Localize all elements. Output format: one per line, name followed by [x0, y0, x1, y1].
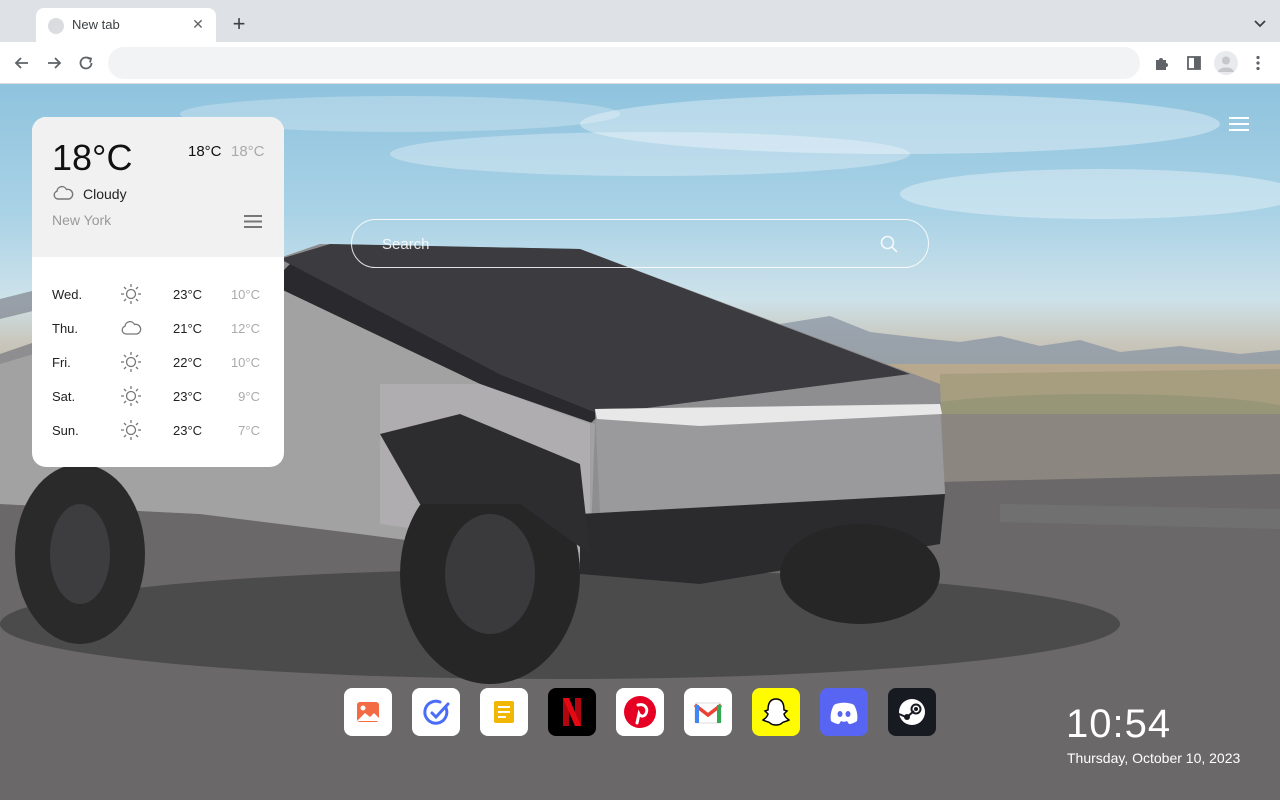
forecast-row: Thu. 21°C 12°C: [32, 311, 284, 345]
tasks-shortcut[interactable]: [412, 688, 460, 736]
forecast-low: 10°C: [230, 287, 260, 302]
more-menu-icon[interactable]: [1248, 53, 1268, 73]
sun-icon: [121, 284, 141, 304]
forecast-low: 10°C: [230, 355, 260, 370]
back-icon[interactable]: [11, 52, 33, 74]
forecast-row: Wed. 23°C 10°C: [32, 277, 284, 311]
steam-shortcut[interactable]: [888, 688, 936, 736]
profile-avatar[interactable]: [1214, 51, 1238, 75]
forecast-day: Wed.: [52, 287, 83, 302]
tab-new-tab[interactable]: New tab ✕: [36, 8, 216, 42]
forecast-high: 22°C: [173, 355, 203, 370]
sun-icon: [121, 352, 141, 372]
forecast-day: Sat.: [52, 389, 76, 404]
discord-icon: [830, 702, 858, 724]
search-icon[interactable]: [879, 234, 899, 254]
forecast-day: Thu.: [52, 321, 79, 336]
search-input[interactable]: [382, 233, 862, 255]
snapchat-icon: [761, 698, 791, 726]
discord-shortcut[interactable]: [820, 688, 868, 736]
weather-current: 18°C 18°C 18°C Cloudy New York: [32, 117, 284, 257]
hamburger-menu-icon[interactable]: [1229, 116, 1249, 132]
close-icon[interactable]: ✕: [190, 16, 206, 32]
pinterest-shortcut[interactable]: [616, 688, 664, 736]
weather-forecast: Wed. 23°C 10°C Thu. 21°C 12°C Fri. 22°C …: [32, 277, 284, 447]
extensions-icon[interactable]: [1152, 53, 1172, 73]
weather-widget[interactable]: 18°C 18°C 18°C Cloudy New York Wed. 23°C…: [32, 117, 284, 467]
clock-time: 10:54: [1066, 702, 1172, 746]
pinterest-icon: [624, 696, 656, 728]
snapchat-shortcut[interactable]: [752, 688, 800, 736]
gmail-icon: [693, 702, 723, 724]
photos-shortcut[interactable]: [344, 688, 392, 736]
check-circle-icon: [423, 699, 450, 725]
current-temperature: 18°C: [52, 137, 133, 178]
forecast-high: 21°C: [173, 321, 203, 336]
forecast-row: Sat. 23°C 9°C: [32, 379, 284, 413]
address-bar[interactable]: [108, 47, 1140, 79]
forecast-high: 23°C: [173, 423, 203, 438]
note-icon: [494, 701, 514, 723]
weather-condition: Cloudy: [83, 186, 127, 202]
forecast-low: 7°C: [238, 423, 260, 438]
forward-icon[interactable]: [43, 52, 65, 74]
clock-date: Thursday, October 10, 2023: [1067, 750, 1241, 766]
forecast-low: 9°C: [238, 389, 260, 404]
forecast-day: Sun.: [52, 423, 79, 438]
sun-icon: [121, 386, 141, 406]
new-tab-button[interactable]: +: [228, 13, 250, 35]
sun-icon: [121, 420, 141, 440]
globe-icon: [48, 18, 64, 34]
reload-icon[interactable]: [75, 52, 97, 74]
forecast-row: Sun. 23°C 7°C: [32, 413, 284, 447]
weather-city: New York: [52, 212, 112, 228]
forecast-high: 23°C: [173, 389, 203, 404]
forecast-high: 23°C: [173, 287, 203, 302]
cloud-icon: [121, 321, 142, 335]
image-icon: [357, 702, 379, 722]
toolbar: [0, 42, 1280, 84]
today-low: 18°C: [231, 143, 265, 160]
search-box[interactable]: [351, 219, 929, 268]
notes-shortcut[interactable]: [480, 688, 528, 736]
netflix-shortcut[interactable]: [548, 688, 596, 736]
chevron-down-icon[interactable]: [1252, 15, 1268, 31]
forecast-low: 12°C: [230, 321, 260, 336]
forecast-day: Fri.: [52, 355, 71, 370]
cloud-icon: [53, 185, 74, 200]
tab-strip: New tab ✕ +: [0, 0, 1280, 42]
gmail-shortcut[interactable]: [684, 688, 732, 736]
list-icon[interactable]: [244, 214, 262, 229]
steam-icon: [898, 699, 925, 725]
tab-title: New tab: [72, 17, 120, 32]
side-panel-icon[interactable]: [1184, 53, 1204, 73]
today-high: 18°C: [188, 143, 222, 160]
netflix-icon: [563, 698, 581, 726]
forecast-row: Fri. 22°C 10°C: [32, 345, 284, 379]
